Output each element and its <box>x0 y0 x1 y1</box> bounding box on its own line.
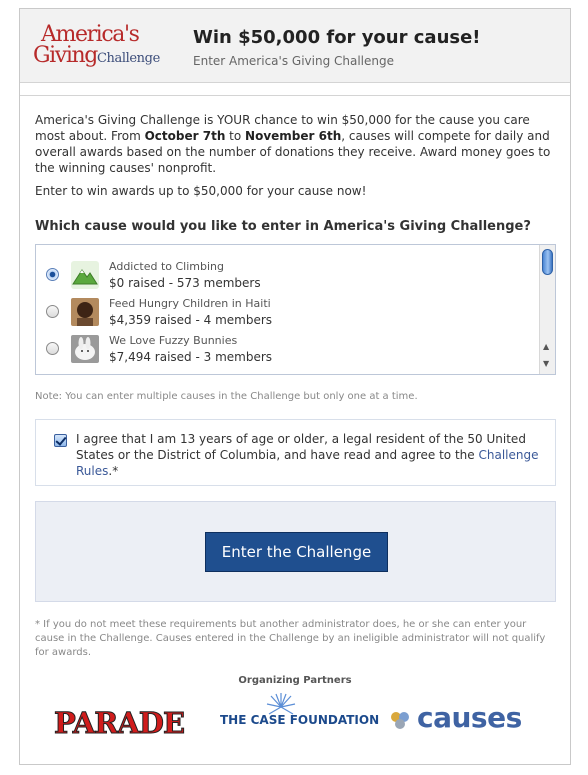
agreement-box: I agree that I am 13 years of age or old… <box>35 419 556 486</box>
case-foundation-logo: THE CASE FOUNDATION <box>220 713 380 727</box>
logo-line2b: Challenge <box>97 51 160 66</box>
start-date: October 7th <box>144 129 226 143</box>
challenge-dialog: America's Giving Challenge Win $50,000 f… <box>19 8 571 765</box>
cause-name: Addicted to Climbing <box>109 260 225 273</box>
cause-question: Which cause would you like to enter in A… <box>35 219 531 234</box>
causes-people-icon <box>391 712 409 729</box>
page-title: Win $50,000 for your cause! <box>193 27 481 48</box>
americas-giving-challenge-logo: America's Giving Challenge <box>33 23 183 73</box>
main-content: America's Giving Challenge is YOUR chanc… <box>20 95 570 765</box>
scrollbar-thumb[interactable] <box>542 249 553 275</box>
intro-call-to-action: Enter to win awards up to $50,000 for yo… <box>35 184 367 198</box>
cause-radio[interactable] <box>46 342 59 355</box>
cause-option-feed-hungry-children[interactable]: Feed Hungry Children in Haiti $4,359 rai… <box>36 294 536 330</box>
mountain-thumbnail-icon <box>71 261 99 289</box>
intro-paragraph: America's Giving Challenge is YOUR chanc… <box>35 113 551 175</box>
agreement-text: I agree that I am 13 years of age or old… <box>76 432 539 478</box>
multiple-causes-note: Note: You can enter multiple causes in t… <box>35 391 418 402</box>
cause-option-addicted-to-climbing[interactable]: Addicted to Climbing $0 raised - 573 mem… <box>36 257 536 293</box>
scroll-up-arrow-icon[interactable]: ▲ <box>543 342 549 351</box>
cause-list[interactable]: Addicted to Climbing $0 raised - 573 mem… <box>35 244 556 375</box>
header: America's Giving Challenge Win $50,000 f… <box>20 9 570 83</box>
scroll-down-arrow-icon[interactable]: ▼ <box>543 359 549 368</box>
submit-panel: Enter the Challenge <box>35 501 556 602</box>
child-photo-thumbnail-icon <box>71 298 99 326</box>
cause-name: We Love Fuzzy Bunnies <box>109 334 238 347</box>
cause-list-scrollbar[interactable]: ▲ ▼ <box>539 245 555 374</box>
eligibility-footnote: * If you do not meet these requirements … <box>35 619 546 658</box>
page-subtitle: Enter America's Giving Challenge <box>193 54 394 68</box>
logo-line2a: Giving <box>33 43 98 68</box>
cause-radio-selected[interactable] <box>46 268 59 281</box>
cause-radio[interactable] <box>46 305 59 318</box>
organizing-partners-heading: Organizing Partners <box>238 675 352 686</box>
cause-option-we-love-fuzzy-bunnies[interactable]: We Love Fuzzy Bunnies $7,494 raised - 3 … <box>36 331 536 367</box>
cause-stats: $0 raised - 573 members <box>109 276 261 290</box>
cause-stats: $4,359 raised - 4 members <box>109 313 273 327</box>
cause-name: Feed Hungry Children in Haiti <box>109 297 271 310</box>
parade-logo: PARADE <box>53 706 185 741</box>
causes-wordmark: causes <box>417 701 522 734</box>
end-date: November 6th <box>245 129 342 143</box>
causes-logo: causes <box>389 701 539 737</box>
bunny-photo-thumbnail-icon <box>71 335 99 363</box>
cause-stats: $7,494 raised - 3 members <box>109 350 273 364</box>
enter-challenge-button[interactable]: Enter the Challenge <box>205 532 388 572</box>
agreement-checkbox[interactable] <box>54 434 67 447</box>
